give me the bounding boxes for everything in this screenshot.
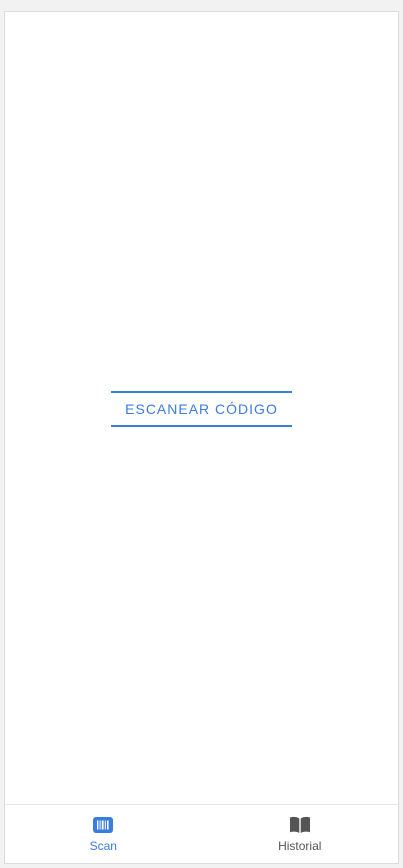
nav-item-scan[interactable]: Scan — [5, 805, 202, 863]
nav-label-scan: Scan — [89, 839, 117, 853]
nav-label-historial: Historial — [278, 839, 322, 853]
book-icon — [289, 815, 311, 835]
nav-item-historial[interactable]: Historial — [202, 805, 399, 863]
app-screen: ESCANEAR CÓDIGO Scan Historial — [4, 11, 399, 864]
scan-code-button[interactable]: ESCANEAR CÓDIGO — [111, 391, 292, 427]
bottom-navigation: Scan Historial — [5, 804, 398, 863]
barcode-icon — [92, 815, 114, 835]
